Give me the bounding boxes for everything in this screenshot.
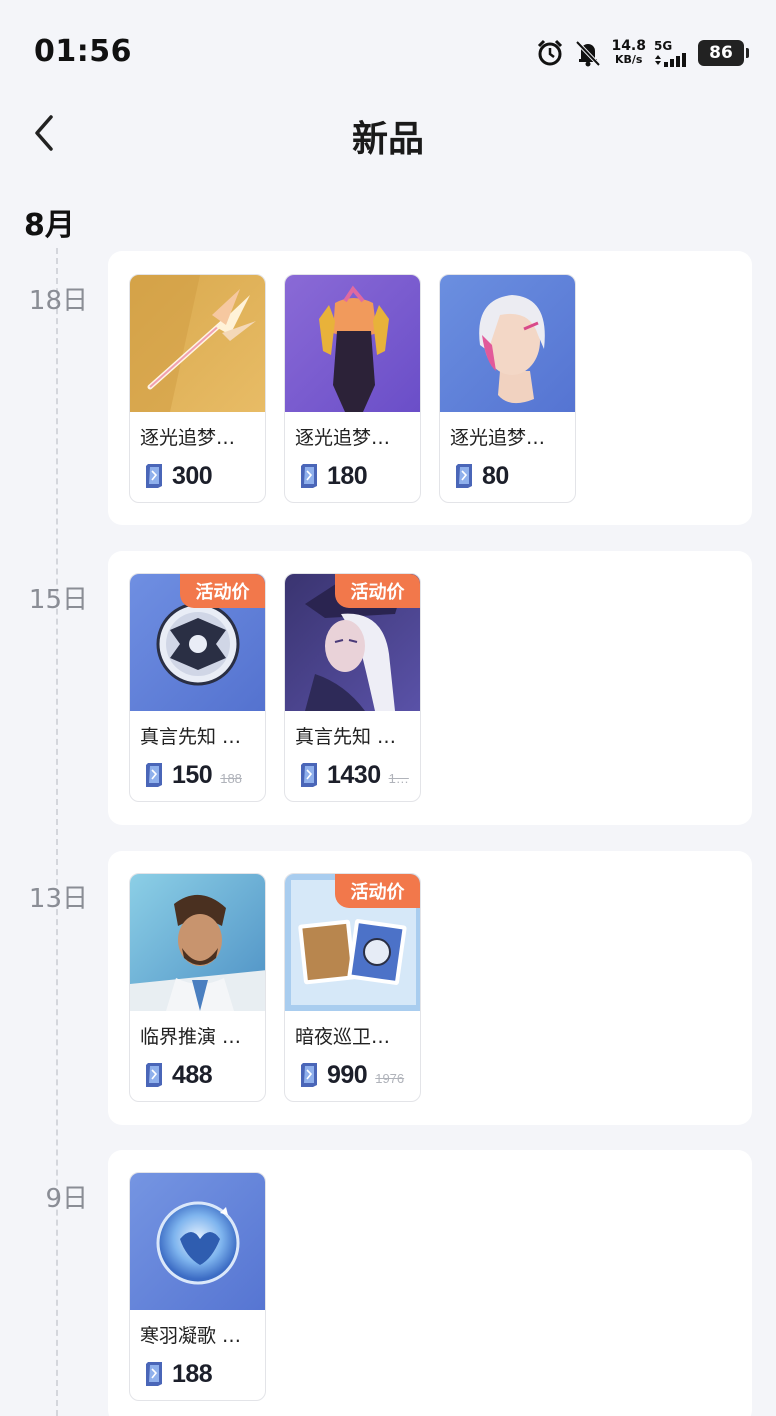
product-card[interactable]: 逐光追梦… 180 [284,274,421,503]
timeline-line [56,248,58,1416]
product-name: 逐光追梦… [140,427,236,449]
product-name: 寒羽凝歌 … [140,1325,242,1347]
page-title: 新品 [351,119,424,160]
price-row: 1430 1… [299,760,409,790]
product-card[interactable]: 活动价 暗夜巡卫… 990 1976 [284,873,421,1102]
day-group-card: 逐光追梦… 300 逐光追梦… 180 逐光追梦… 80 [108,251,752,525]
day-label: 13日 [28,884,88,914]
coupon-icon [456,464,472,488]
month-label: 8月 [24,208,75,243]
promo-badge: 活动价 [335,874,420,908]
status-icons: 14.8 KB/s 5G 86 [535,36,749,70]
product-name: 逐光追梦… [450,427,546,449]
network-speed-unit: KB/s [614,53,643,66]
original-price: 1976 [375,1070,405,1086]
price-row: 80 [454,461,509,491]
product-price: 488 [172,1060,213,1089]
product-card[interactable]: 逐光追梦… 300 [129,274,266,503]
product-name: 逐光追梦… [295,427,391,449]
coupon-icon [301,464,317,488]
product-card[interactable]: 活动价 真言先知 … 1430 1… [284,573,421,802]
product-card[interactable]: 临界推演 … 488 [129,873,266,1102]
product-card[interactable]: 活动价 真言先知 … 150 188 [129,573,266,802]
price-row: 180 [299,461,368,491]
promo-badge: 活动价 [180,574,265,608]
battery-level: 86 [709,43,733,63]
day-group-card: 临界推演 … 488 活动价 暗夜巡卫… 990 1976 [108,851,752,1125]
hair-avatar-image [440,275,575,412]
product-name: 临界推演 … [140,1026,242,1048]
product-name: 暗夜巡卫… [295,1026,391,1048]
price-row: 300 [144,461,213,491]
product-price: 1430 [327,760,381,789]
product-price: 300 [172,461,213,490]
day-label: 15日 [28,585,88,615]
coupon-icon [301,1063,317,1087]
price-row: 150 188 [144,760,242,790]
day-label: 18日 [28,286,88,316]
coupon-icon [146,464,162,488]
status-time: 01:56 [34,34,132,69]
coupon-icon [146,1063,162,1087]
day-label: 9日 [45,1184,88,1214]
network-speed-value: 14.8 [611,38,646,54]
price-row: 188 [144,1359,213,1389]
product-card[interactable]: 逐光追梦… 80 [439,274,576,503]
status-bar: 01:56 14.8 KB/s 5G 86 [0,0,776,100]
product-price: 80 [482,461,509,490]
product-price: 188 [172,1359,213,1388]
product-price: 150 [172,760,213,789]
network-type-label: 5G [654,38,673,53]
day-group-card: 寒羽凝歌 … 188 [108,1150,752,1416]
day-group-card: 活动价 真言先知 … 150 188 活动价 真言先知 … 1430 1… [108,551,752,825]
network-type: 5G [654,38,690,67]
signal-icon [655,52,686,67]
golden-spear-image [130,275,265,412]
alarm-clock-icon [538,39,563,66]
promo-badge: 活动价 [335,574,420,608]
product-card[interactable]: 寒羽凝歌 … 188 [129,1172,266,1401]
battery-indicator: 86 [698,40,749,66]
orb-image [130,1173,265,1310]
price-row: 990 1976 [299,1060,404,1090]
hero-portrait-image [130,874,265,1011]
bell-muted-icon [576,40,601,67]
product-name: 真言先知 … [140,726,242,748]
product-price: 180 [327,461,368,490]
product-name: 真言先知 … [295,726,397,748]
network-speed: 14.8 KB/s [611,39,646,67]
coupon-icon [301,763,317,787]
coupon-icon [146,1362,162,1386]
price-row: 488 [144,1060,213,1090]
product-price: 990 [327,1060,368,1089]
original-price: 188 [220,770,242,786]
coupon-icon [146,763,162,787]
outfit-image [285,275,420,412]
original-price: 1… [388,770,409,786]
